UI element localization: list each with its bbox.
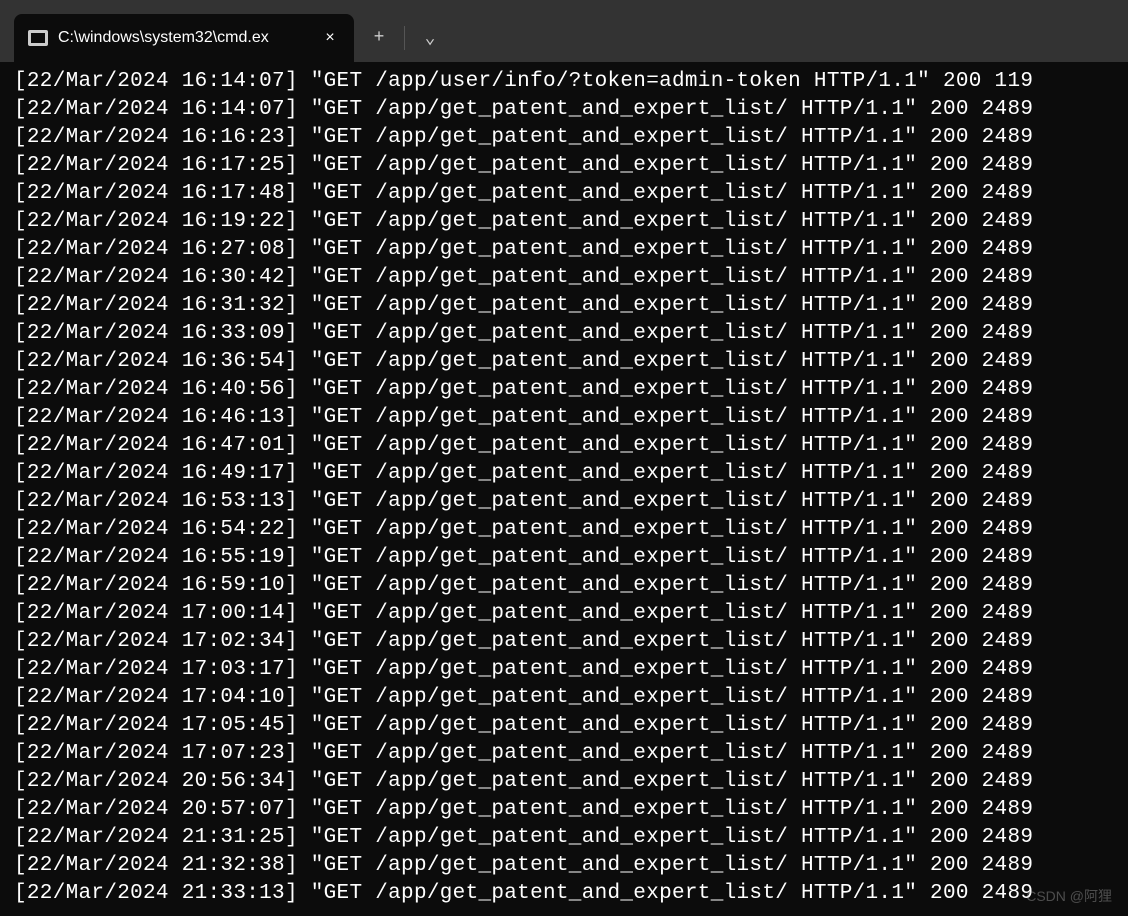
close-tab-button[interactable]: × xyxy=(318,26,342,50)
log-line: [22/Mar/2024 16:30:42] "GET /app/get_pat… xyxy=(14,264,1114,292)
log-line: [22/Mar/2024 16:31:32] "GET /app/get_pat… xyxy=(14,292,1114,320)
log-line: [22/Mar/2024 16:33:09] "GET /app/get_pat… xyxy=(14,320,1114,348)
log-line: [22/Mar/2024 17:04:10] "GET /app/get_pat… xyxy=(14,684,1114,712)
log-line: [22/Mar/2024 20:56:34] "GET /app/get_pat… xyxy=(14,768,1114,796)
plus-icon: + xyxy=(374,28,385,48)
terminal-tab[interactable]: C:\windows\system32\cmd.ex × xyxy=(14,14,354,62)
log-line: [22/Mar/2024 16:14:07] "GET /app/user/in… xyxy=(14,68,1114,96)
terminal-output[interactable]: [22/Mar/2024 16:14:07] "GET /app/user/in… xyxy=(0,62,1128,908)
log-line: [22/Mar/2024 17:03:17] "GET /app/get_pat… xyxy=(14,656,1114,684)
window-titlebar: C:\windows\system32\cmd.ex × + ⌄ xyxy=(0,0,1128,62)
log-line: [22/Mar/2024 17:07:23] "GET /app/get_pat… xyxy=(14,740,1114,768)
log-line: [22/Mar/2024 17:02:34] "GET /app/get_pat… xyxy=(14,628,1114,656)
log-line: [22/Mar/2024 16:46:13] "GET /app/get_pat… xyxy=(14,404,1114,432)
log-line: [22/Mar/2024 16:17:25] "GET /app/get_pat… xyxy=(14,152,1114,180)
log-line: [22/Mar/2024 21:32:38] "GET /app/get_pat… xyxy=(14,852,1114,880)
tab-dropdown-button[interactable]: ⌄ xyxy=(405,14,455,62)
tab-title: C:\windows\system32\cmd.ex xyxy=(58,29,308,47)
log-line: [22/Mar/2024 16:54:22] "GET /app/get_pat… xyxy=(14,516,1114,544)
log-line: [22/Mar/2024 16:27:08] "GET /app/get_pat… xyxy=(14,236,1114,264)
log-line: [22/Mar/2024 17:00:14] "GET /app/get_pat… xyxy=(14,600,1114,628)
log-line: [22/Mar/2024 21:31:25] "GET /app/get_pat… xyxy=(14,824,1114,852)
log-line: [22/Mar/2024 16:47:01] "GET /app/get_pat… xyxy=(14,432,1114,460)
chevron-down-icon: ⌄ xyxy=(425,27,436,49)
log-line: [22/Mar/2024 16:53:13] "GET /app/get_pat… xyxy=(14,488,1114,516)
log-line: [22/Mar/2024 20:57:07] "GET /app/get_pat… xyxy=(14,796,1114,824)
log-line: [22/Mar/2024 16:17:48] "GET /app/get_pat… xyxy=(14,180,1114,208)
new-tab-button[interactable]: + xyxy=(354,14,404,62)
log-line: [22/Mar/2024 16:49:17] "GET /app/get_pat… xyxy=(14,460,1114,488)
log-line: [22/Mar/2024 16:14:07] "GET /app/get_pat… xyxy=(14,96,1114,124)
log-line: [22/Mar/2024 21:33:13] "GET /app/get_pat… xyxy=(14,880,1114,908)
log-line: [22/Mar/2024 16:55:19] "GET /app/get_pat… xyxy=(14,544,1114,572)
log-line: [22/Mar/2024 16:40:56] "GET /app/get_pat… xyxy=(14,376,1114,404)
log-line: [22/Mar/2024 17:05:45] "GET /app/get_pat… xyxy=(14,712,1114,740)
log-line: [22/Mar/2024 16:16:23] "GET /app/get_pat… xyxy=(14,124,1114,152)
cmd-icon xyxy=(28,30,48,46)
log-line: [22/Mar/2024 16:36:54] "GET /app/get_pat… xyxy=(14,348,1114,376)
close-icon: × xyxy=(325,29,335,47)
log-line: [22/Mar/2024 16:59:10] "GET /app/get_pat… xyxy=(14,572,1114,600)
log-line: [22/Mar/2024 16:19:22] "GET /app/get_pat… xyxy=(14,208,1114,236)
